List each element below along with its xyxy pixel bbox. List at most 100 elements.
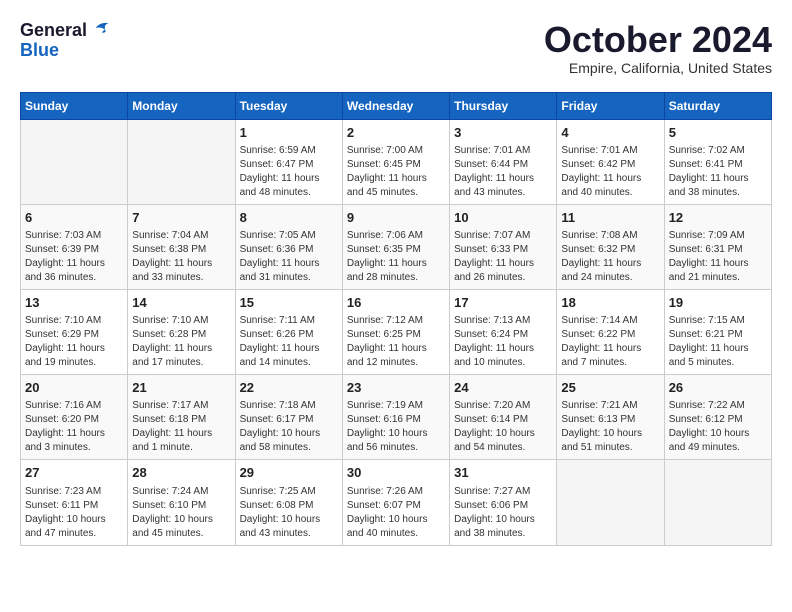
calendar-cell: 28 Sunrise: 7:24 AMSunset: 6:10 PMDayligh… — [128, 460, 235, 545]
day-info: Sunrise: 7:13 AMSunset: 6:24 PMDaylight:… — [454, 314, 552, 370]
calendar-cell: 3 Sunrise: 7:01 AMSunset: 6:44 PMDaylight… — [450, 119, 557, 204]
day-info: Sunrise: 7:00 AMSunset: 6:45 PMDaylight:… — [347, 144, 445, 200]
calendar-cell: 10Sunrise: 7:07 AMSunset: 6:33 PMDayligh… — [450, 204, 557, 289]
title-block: October 2024 Empire, California, United … — [544, 20, 772, 76]
calendar-cell: 27 Sunrise: 7:23 AMSunset: 6:11 PMDayligh… — [21, 460, 128, 545]
logo-general: General — [20, 20, 87, 40]
logo-text-general: General — [20, 20, 110, 41]
day-number: 26 — [669, 379, 767, 397]
calendar-cell: 21Sunrise: 7:17 AMSunset: 6:18 PMDayligh… — [128, 375, 235, 460]
logo: General Blue — [20, 20, 110, 61]
calendar-cell: 14 Sunrise: 7:10 AMSunset: 6:28 PMDayligh… — [128, 289, 235, 374]
calendar-cell: 8 Sunrise: 7:05 AMSunset: 6:36 PMDaylight… — [235, 204, 342, 289]
logo-bird-icon — [94, 20, 110, 36]
weekday-header-saturday: Saturday — [664, 92, 771, 119]
day-info: Sunrise: 7:26 AMSunset: 6:07 PMDaylight:… — [347, 485, 445, 541]
day-number: 30 — [347, 464, 445, 482]
day-number: 5 — [669, 124, 767, 142]
weekday-header-sunday: Sunday — [21, 92, 128, 119]
calendar-cell — [128, 119, 235, 204]
day-info: Sunrise: 7:24 AMSunset: 6:10 PMDaylight:… — [132, 485, 230, 541]
calendar-cell: 16 Sunrise: 7:12 AMSunset: 6:25 PMDayligh… — [342, 289, 449, 374]
day-info: Sunrise: 7:25 AMSunset: 6:08 PMDaylight:… — [240, 485, 338, 541]
calendar-cell: 29 Sunrise: 7:25 AMSunset: 6:08 PMDayligh… — [235, 460, 342, 545]
day-info: Sunrise: 7:12 AMSunset: 6:25 PMDaylight:… — [347, 314, 445, 370]
calendar-cell: 23 Sunrise: 7:19 AMSunset: 6:16 PMDayligh… — [342, 375, 449, 460]
day-info: Sunrise: 6:59 AMSunset: 6:47 PMDaylight:… — [240, 144, 338, 200]
calendar-cell: 18Sunrise: 7:14 AMSunset: 6:22 PMDayligh… — [557, 289, 664, 374]
day-number: 7 — [132, 209, 230, 227]
day-number: 10 — [454, 209, 552, 227]
page-header: General Blue October 2024 Empire, Califo… — [20, 20, 772, 76]
calendar-cell: 30 Sunrise: 7:26 AMSunset: 6:07 PMDayligh… — [342, 460, 449, 545]
weekday-header-thursday: Thursday — [450, 92, 557, 119]
calendar-cell: 25Sunrise: 7:21 AMSunset: 6:13 PMDayligh… — [557, 375, 664, 460]
day-info: Sunrise: 7:18 AMSunset: 6:17 PMDaylight:… — [240, 399, 338, 455]
calendar-cell: 5 Sunrise: 7:02 AMSunset: 6:41 PMDaylight… — [664, 119, 771, 204]
day-number: 28 — [132, 464, 230, 482]
day-number: 25 — [561, 379, 659, 397]
day-info: Sunrise: 7:27 AMSunset: 6:06 PMDaylight:… — [454, 485, 552, 541]
day-info: Sunrise: 7:09 AMSunset: 6:31 PMDaylight:… — [669, 229, 767, 285]
day-info: Sunrise: 7:10 AMSunset: 6:29 PMDaylight:… — [25, 314, 123, 370]
calendar-cell: 12Sunrise: 7:09 AMSunset: 6:31 PMDayligh… — [664, 204, 771, 289]
day-info: Sunrise: 7:05 AMSunset: 6:36 PMDaylight:… — [240, 229, 338, 285]
calendar-cell: 6 Sunrise: 7:03 AMSunset: 6:39 PMDaylight… — [21, 204, 128, 289]
day-number: 9 — [347, 209, 445, 227]
day-number: 16 — [347, 294, 445, 312]
day-number: 19 — [669, 294, 767, 312]
calendar-cell: 15Sunrise: 7:11 AMSunset: 6:26 PMDayligh… — [235, 289, 342, 374]
day-number: 29 — [240, 464, 338, 482]
day-number: 24 — [454, 379, 552, 397]
day-number: 1 — [240, 124, 338, 142]
day-number: 14 — [132, 294, 230, 312]
day-number: 8 — [240, 209, 338, 227]
weekday-header-friday: Friday — [557, 92, 664, 119]
day-number: 13 — [25, 294, 123, 312]
day-number: 2 — [347, 124, 445, 142]
calendar-table: SundayMondayTuesdayWednesdayThursdayFrid… — [20, 92, 772, 546]
day-info: Sunrise: 7:20 AMSunset: 6:14 PMDaylight:… — [454, 399, 552, 455]
day-number: 20 — [25, 379, 123, 397]
calendar-cell: 9 Sunrise: 7:06 AMSunset: 6:35 PMDaylight… — [342, 204, 449, 289]
day-info: Sunrise: 7:02 AMSunset: 6:41 PMDaylight:… — [669, 144, 767, 200]
day-info: Sunrise: 7:10 AMSunset: 6:28 PMDaylight:… — [132, 314, 230, 370]
calendar-cell: 4 Sunrise: 7:01 AMSunset: 6:42 PMDaylight… — [557, 119, 664, 204]
calendar-cell: 20 Sunrise: 7:16 AMSunset: 6:20 PMDayligh… — [21, 375, 128, 460]
calendar-cell: 17 Sunrise: 7:13 AMSunset: 6:24 PMDayligh… — [450, 289, 557, 374]
calendar-cell: 19 Sunrise: 7:15 AMSunset: 6:21 PMDayligh… — [664, 289, 771, 374]
day-info: Sunrise: 7:19 AMSunset: 6:16 PMDaylight:… — [347, 399, 445, 455]
calendar-cell: 1 Sunrise: 6:59 AMSunset: 6:47 PMDaylight… — [235, 119, 342, 204]
day-info: Sunrise: 7:17 AMSunset: 6:18 PMDaylight:… — [132, 399, 230, 455]
day-number: 3 — [454, 124, 552, 142]
day-info: Sunrise: 7:04 AMSunset: 6:38 PMDaylight:… — [132, 229, 230, 285]
weekday-header-wednesday: Wednesday — [342, 92, 449, 119]
calendar-cell — [664, 460, 771, 545]
day-number: 17 — [454, 294, 552, 312]
calendar-cell: 7 Sunrise: 7:04 AMSunset: 6:38 PMDaylight… — [128, 204, 235, 289]
day-info: Sunrise: 7:06 AMSunset: 6:35 PMDaylight:… — [347, 229, 445, 285]
day-info: Sunrise: 7:03 AMSunset: 6:39 PMDaylight:… — [25, 229, 123, 285]
calendar-cell: 13 Sunrise: 7:10 AMSunset: 6:29 PMDayligh… — [21, 289, 128, 374]
day-info: Sunrise: 7:08 AMSunset: 6:32 PMDaylight:… — [561, 229, 659, 285]
day-info: Sunrise: 7:15 AMSunset: 6:21 PMDaylight:… — [669, 314, 767, 370]
day-info: Sunrise: 7:23 AMSunset: 6:11 PMDaylight:… — [25, 485, 123, 541]
day-number: 23 — [347, 379, 445, 397]
calendar-cell: 24 Sunrise: 7:20 AMSunset: 6:14 PMDayligh… — [450, 375, 557, 460]
day-info: Sunrise: 7:14 AMSunset: 6:22 PMDaylight:… — [561, 314, 659, 370]
day-number: 6 — [25, 209, 123, 227]
logo-text-blue: Blue — [20, 41, 59, 61]
day-number: 15 — [240, 294, 338, 312]
day-number: 27 — [25, 464, 123, 482]
day-info: Sunrise: 7:01 AMSunset: 6:44 PMDaylight:… — [454, 144, 552, 200]
day-number: 11 — [561, 209, 659, 227]
day-number: 4 — [561, 124, 659, 142]
day-info: Sunrise: 7:01 AMSunset: 6:42 PMDaylight:… — [561, 144, 659, 200]
calendar-cell: 26Sunrise: 7:22 AMSunset: 6:12 PMDayligh… — [664, 375, 771, 460]
day-number: 22 — [240, 379, 338, 397]
day-number: 31 — [454, 464, 552, 482]
location-text: Empire, California, United States — [544, 60, 772, 76]
day-info: Sunrise: 7:16 AMSunset: 6:20 PMDaylight:… — [25, 399, 123, 455]
weekday-header-monday: Monday — [128, 92, 235, 119]
calendar-cell: 2 Sunrise: 7:00 AMSunset: 6:45 PMDaylight… — [342, 119, 449, 204]
